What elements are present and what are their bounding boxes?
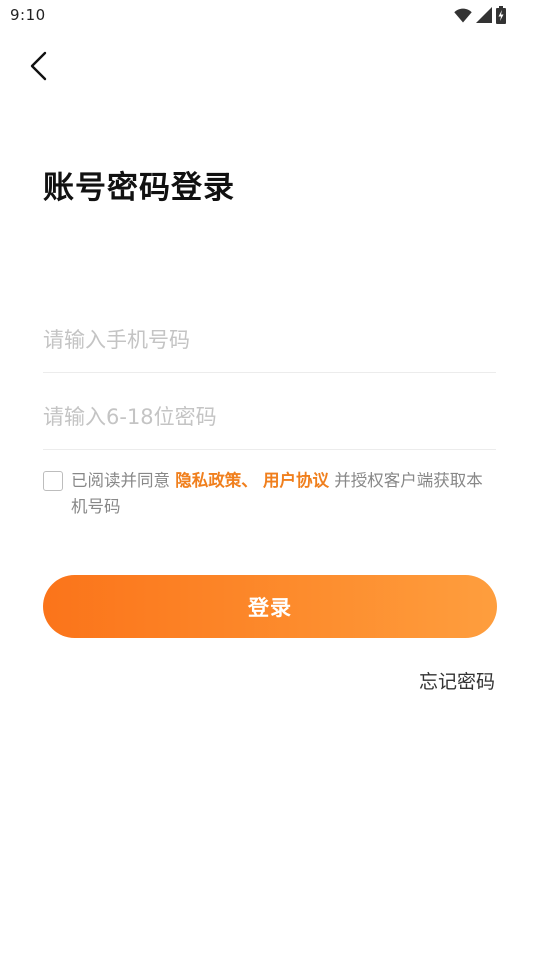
forgot-password-link[interactable]: 忘记密码 — [419, 667, 495, 694]
password-field — [43, 389, 496, 450]
cellular-signal-icon — [476, 7, 492, 23]
status-bar: 9:10 — [0, 0, 540, 32]
privacy-policy-link[interactable]: 隐私政策、 — [175, 471, 258, 490]
battery-charging-icon — [496, 6, 506, 24]
status-icons — [454, 6, 506, 24]
chevron-left-icon — [28, 51, 48, 85]
agreement-checkbox[interactable] — [43, 471, 63, 491]
status-time: 9:10 — [10, 6, 46, 24]
phone-field — [43, 312, 496, 373]
agreement-prefix: 已阅读并同意 — [71, 471, 176, 490]
back-button[interactable] — [18, 48, 58, 88]
agreement: 已阅读并同意 隐私政策、 用户协议 并授权客户端获取本机号码 — [43, 468, 498, 520]
wifi-icon — [454, 8, 472, 23]
login-button[interactable]: 登录 — [43, 575, 497, 638]
agreement-text: 已阅读并同意 隐私政策、 用户协议 并授权客户端获取本机号码 — [71, 468, 498, 520]
phone-input[interactable] — [43, 312, 496, 368]
user-agreement-link[interactable]: 用户协议 — [263, 471, 329, 490]
password-input[interactable] — [43, 389, 496, 445]
page-title: 账号密码登录 — [43, 170, 235, 206]
